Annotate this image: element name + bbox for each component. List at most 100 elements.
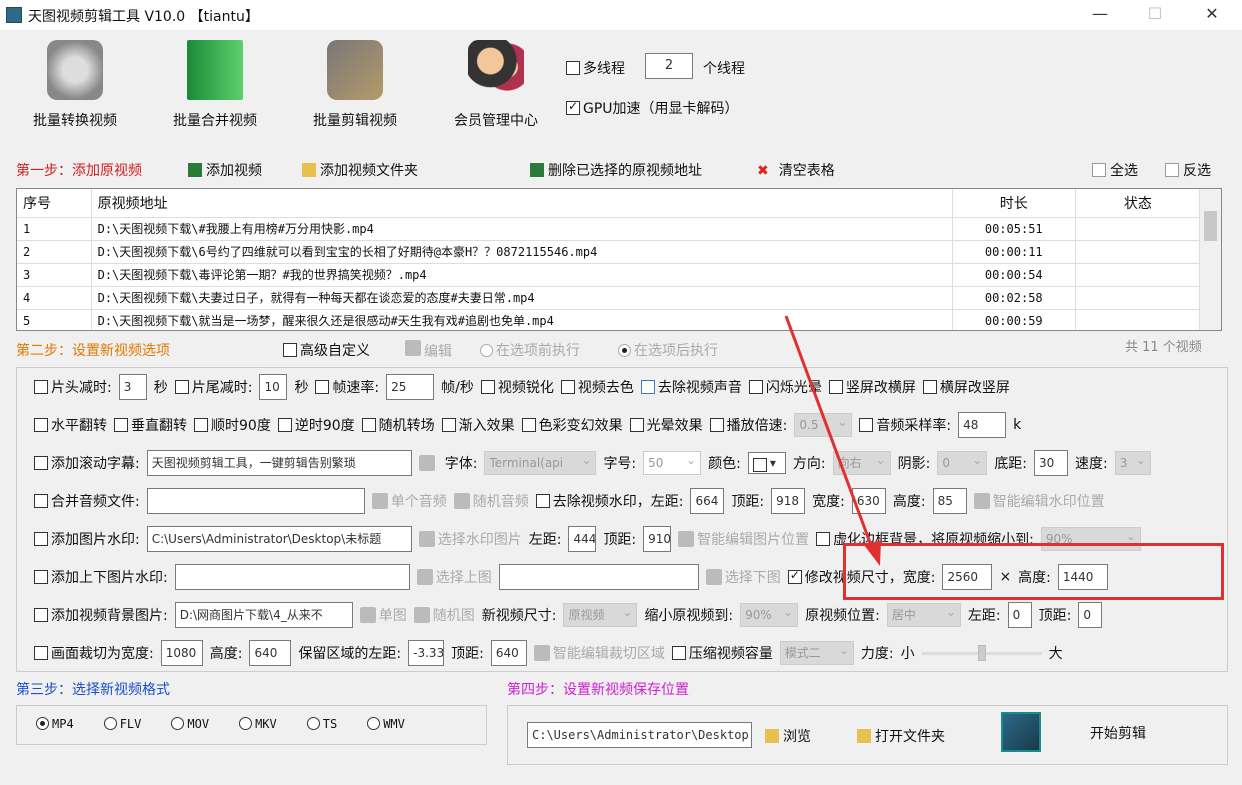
option-checkbox[interactable]: 添加滚动字幕: bbox=[34, 453, 140, 473]
option-checkbox[interactable]: 渐入效果 bbox=[441, 415, 515, 435]
option-input[interactable]: 天图视频剪辑工具，一键剪辑告别繁琐 bbox=[146, 450, 412, 476]
disabled-button[interactable]: 智能编辑水印位置 bbox=[973, 491, 1105, 511]
after-radio[interactable]: 在选项后执行 bbox=[618, 340, 718, 360]
disabled-button[interactable]: 智能编辑图片位置 bbox=[678, 529, 809, 549]
disabled-button[interactable]: 单个音频 bbox=[371, 491, 447, 511]
option-checkbox[interactable]: 片尾减时: bbox=[174, 377, 252, 397]
minimize-button[interactable]: — bbox=[1085, 4, 1115, 23]
option-checkbox[interactable]: 合并音频文件: bbox=[34, 491, 140, 511]
option-checkbox[interactable]: 水平翻转 bbox=[34, 415, 107, 435]
option-input[interactable]: 640 bbox=[490, 640, 527, 666]
option-input[interactable]: 444 bbox=[568, 526, 597, 552]
option-checkbox[interactable]: 添加上下图片水印: bbox=[34, 567, 168, 587]
option-checkbox[interactable]: 顺时90度 bbox=[194, 415, 271, 435]
option-select[interactable]: 原视频 bbox=[563, 603, 638, 627]
option-input[interactable]: 1080 bbox=[160, 640, 203, 666]
start-edit-button[interactable]: 开始剪辑 bbox=[1090, 723, 1146, 743]
option-select[interactable]: 居中 bbox=[886, 603, 961, 627]
format-radio-mov[interactable]: MOV bbox=[171, 717, 209, 731]
option-select[interactable]: 0 bbox=[937, 451, 988, 475]
table-row[interactable]: 5 D:\天图视频下载\就当是一场梦，醒来很久还是很感动#天生我有戏#追剧也免单.… bbox=[17, 309, 1202, 330]
option-input[interactable] bbox=[146, 488, 365, 514]
option-input[interactable]: 910 bbox=[643, 526, 672, 552]
option-input[interactable]: 3 bbox=[118, 374, 147, 400]
option-select[interactable]: 90% bbox=[740, 603, 799, 627]
option-checkbox[interactable]: 竖屏改横屏 bbox=[828, 377, 916, 397]
disabled-button[interactable]: 随机音频 bbox=[453, 491, 529, 511]
browse-button[interactable]: 浏览 bbox=[765, 726, 811, 746]
table-scrollbar[interactable] bbox=[1199, 189, 1221, 330]
option-select[interactable]: Terminal(api bbox=[484, 451, 597, 475]
option-checkbox[interactable]: 添加视频背景图片: bbox=[34, 605, 168, 625]
option-input[interactable]: 630 bbox=[851, 488, 886, 514]
font-icon[interactable] bbox=[418, 455, 435, 471]
option-input[interactable]: 30 bbox=[1034, 450, 1069, 476]
option-select[interactable]: 3 bbox=[1114, 451, 1151, 475]
option-checkbox[interactable]: 垂直翻转 bbox=[114, 415, 187, 435]
video-table[interactable]: 序号 原视频地址 时长 状态 1 D:\天图视频下载\#我腰上有用榜#万分用快影.… bbox=[16, 188, 1222, 331]
col-path[interactable]: 原视频地址 bbox=[91, 189, 953, 218]
multithread-checkbox[interactable]: 多线程 bbox=[566, 58, 625, 78]
disabled-button[interactable]: 选择上图 bbox=[416, 567, 492, 587]
option-checkbox[interactable]: 横屏改竖屏 bbox=[922, 377, 1010, 397]
option-input[interactable]: 25 bbox=[386, 374, 435, 400]
disabled-button[interactable]: 选择水印图片 bbox=[418, 529, 522, 549]
before-radio[interactable]: 在选项前执行 bbox=[480, 340, 580, 360]
option-checkbox[interactable]: 去除视频声音 bbox=[640, 377, 742, 397]
option-checkbox[interactable]: 片头减时: bbox=[34, 377, 112, 397]
disabled-button[interactable]: 选择下图 bbox=[705, 567, 781, 587]
select-all-button[interactable]: 全选 bbox=[1092, 160, 1138, 180]
option-input[interactable] bbox=[498, 564, 699, 590]
format-radio-mkv[interactable]: MKV bbox=[239, 717, 277, 731]
maximize-button[interactable]: ☐ bbox=[1140, 4, 1170, 23]
add-video-button[interactable]: 添加视频 bbox=[188, 160, 262, 180]
option-checkbox[interactable]: 视频去色 bbox=[560, 377, 634, 397]
option-input[interactable]: 640 bbox=[249, 640, 292, 666]
col-status[interactable]: 状态 bbox=[1075, 189, 1202, 218]
output-path-input[interactable]: C:\Users\Administrator\Desktop bbox=[527, 722, 752, 748]
option-select[interactable]: 50 bbox=[643, 451, 702, 475]
option-input[interactable]: D:\网商图片下载\4_从来不 bbox=[174, 602, 353, 628]
disabled-button[interactable]: 单图 bbox=[359, 605, 407, 625]
table-row[interactable]: 2 D:\天图视频下载\6号约了四维就可以看到宝宝的长相了好期待@本豪H？？087… bbox=[17, 240, 1202, 264]
option-checkbox[interactable]: 闪烁光晕 bbox=[748, 377, 822, 397]
option-input[interactable]: 0 bbox=[1007, 602, 1032, 628]
option-input[interactable]: 85 bbox=[932, 488, 967, 514]
thread-count-input[interactable]: 2 bbox=[645, 53, 693, 79]
option-input[interactable]: -3.33 bbox=[408, 640, 445, 666]
option-input[interactable] bbox=[174, 564, 410, 590]
option-select[interactable]: 0.5 bbox=[794, 413, 853, 437]
option-checkbox[interactable]: 视频锐化 bbox=[480, 377, 554, 397]
option-checkbox[interactable]: 播放倍速: bbox=[709, 415, 787, 435]
option-input[interactable]: C:\Users\Administrator\Desktop\未标题 bbox=[146, 526, 412, 552]
option-input[interactable]: 918 bbox=[771, 488, 806, 514]
open-folder-button[interactable]: 打开文件夹 bbox=[857, 726, 945, 746]
edit-button[interactable]: 编辑 bbox=[405, 340, 452, 361]
option-checkbox[interactable]: 光晕效果 bbox=[629, 415, 703, 435]
format-radio-flv[interactable]: FLV bbox=[103, 717, 141, 731]
table-row[interactable]: 3 D:\天图视频下载\毒评论第一期？#我的世界搞笑视频？.mp4 00:00:54 bbox=[17, 263, 1202, 287]
option-checkbox[interactable]: 添加图片水印: bbox=[34, 529, 140, 549]
close-button[interactable]: ✕ bbox=[1197, 4, 1227, 23]
option-checkbox[interactable]: 音频采样率: bbox=[859, 415, 951, 435]
format-radio-ts[interactable]: TS bbox=[306, 717, 337, 731]
invert-selection-button[interactable]: 反选 bbox=[1165, 160, 1211, 180]
table-row[interactable]: 4 D:\天图视频下载\夫妻过日子，就得有一种每天都在谈恋爱的态度#夫妻日常.mp… bbox=[17, 286, 1202, 310]
option-input[interactable]: 10 bbox=[259, 374, 288, 400]
advanced-checkbox[interactable]: 高级自定义 bbox=[283, 340, 370, 360]
option-checkbox[interactable]: 压缩视频容量 bbox=[671, 643, 773, 663]
delete-selected-button[interactable]: 删除已选择的原视频地址 bbox=[530, 160, 702, 180]
option-checkbox[interactable]: 色彩变幻效果 bbox=[521, 415, 623, 435]
option-checkbox[interactable]: 去除视频水印，左距: bbox=[535, 491, 683, 511]
clear-table-button[interactable]: ✖ 清空表格 bbox=[757, 160, 835, 180]
option-select[interactable]: 模式二 bbox=[779, 641, 854, 665]
col-index[interactable]: 序号 bbox=[17, 189, 92, 218]
color-picker[interactable]: ▾ bbox=[747, 452, 786, 474]
option-input[interactable]: 664 bbox=[690, 488, 725, 514]
option-checkbox[interactable]: 逆时90度 bbox=[277, 415, 355, 435]
option-checkbox[interactable]: 随机转场 bbox=[361, 415, 435, 435]
add-folder-button[interactable]: 添加视频文件夹 bbox=[302, 160, 418, 180]
gpu-checkbox[interactable]: GPU加速（用显卡解码） bbox=[566, 98, 739, 118]
format-radio-wmv[interactable]: WMV bbox=[367, 717, 405, 731]
batch-edit-button[interactable]: 批量剪辑视频 bbox=[295, 40, 415, 130]
